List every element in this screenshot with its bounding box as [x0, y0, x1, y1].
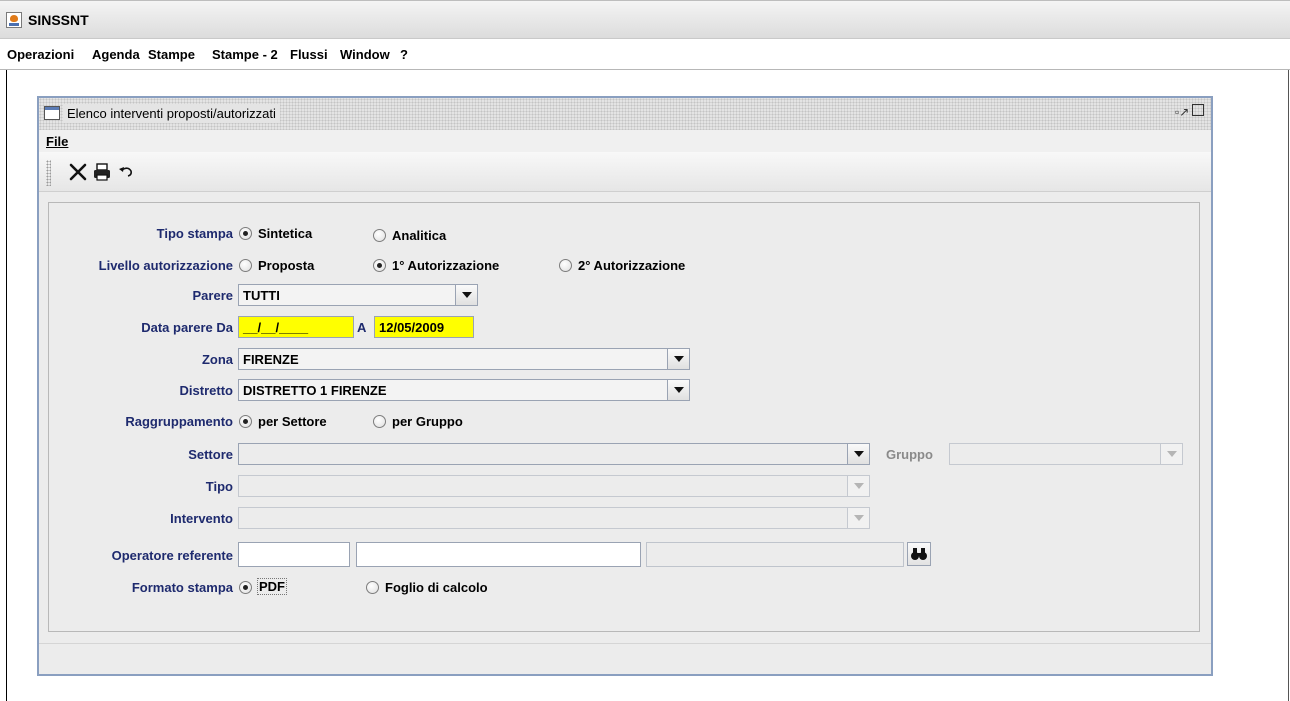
menu-file[interactable]: File [46, 134, 68, 149]
app-title: SINSSNT [28, 12, 89, 28]
radio-2-autorizzazione[interactable] [559, 259, 572, 272]
label-distretto: Distretto [179, 383, 233, 398]
search-button[interactable] [907, 542, 931, 566]
label-operatore-referente: Operatore referente [111, 548, 233, 563]
parere-select[interactable]: TUTTI [238, 284, 478, 306]
option-proposta[interactable]: Proposta [258, 258, 314, 273]
radio-1-autorizzazione[interactable] [373, 259, 386, 272]
radio-analitica[interactable] [373, 229, 386, 242]
radio-sintetica[interactable] [239, 227, 252, 240]
label-data-parere: Data parere Da [141, 320, 233, 335]
menu-help[interactable]: ? [400, 47, 408, 62]
desktop-right-border [1288, 70, 1289, 701]
undo-icon[interactable] [115, 161, 137, 183]
radio-per-gruppo[interactable] [373, 415, 386, 428]
menu-flussi[interactable]: Flussi [290, 47, 328, 62]
operatore-name-field[interactable] [356, 542, 641, 567]
operatore-extra-field [646, 542, 904, 567]
radio-foglio-di-calcolo[interactable] [366, 581, 379, 594]
window-title: Elenco interventi proposti/autorizzati [63, 104, 280, 123]
chevron-down-icon[interactable] [667, 380, 689, 400]
window-statusbar [39, 643, 1211, 674]
maximize-icon[interactable] [1192, 104, 1204, 116]
label-livello-autorizzazione: Livello autorizzazione [98, 258, 233, 273]
option-per-settore[interactable]: per Settore [258, 414, 327, 429]
label-gruppo: Gruppo [886, 447, 933, 462]
window-titlebar[interactable]: Elenco interventi proposti/autorizzati ▫… [39, 98, 1211, 130]
label-parere: Parere [192, 288, 233, 303]
radio-proposta[interactable] [239, 259, 252, 272]
printer-icon[interactable] [91, 161, 113, 183]
menu-agenda[interactable]: Agenda [92, 47, 140, 62]
toolbar-grip[interactable] [46, 160, 51, 186]
window-menubar: File [39, 130, 1211, 152]
close-icon[interactable] [67, 161, 89, 183]
gruppo-select[interactable] [949, 443, 1183, 465]
radio-per-settore[interactable] [239, 415, 252, 428]
chevron-down-icon[interactable] [1160, 444, 1182, 464]
menu-operazioni[interactable]: Operazioni [7, 47, 74, 62]
label-intervento: Intervento [170, 511, 233, 526]
chevron-down-icon[interactable] [847, 508, 869, 528]
distretto-select[interactable]: DISTRETTO 1 FIRENZE [238, 379, 690, 401]
chevron-down-icon[interactable] [455, 285, 477, 305]
app-titlebar: SINSSNT [0, 0, 1290, 39]
chevron-down-icon[interactable] [847, 476, 869, 496]
label-raggruppamento: Raggruppamento [125, 414, 233, 429]
operatore-code-field[interactable] [238, 542, 350, 567]
menu-stampe[interactable]: Stampe [148, 47, 195, 62]
label-data-parere-a: A [357, 320, 367, 335]
zona-select[interactable]: FIRENZE [238, 348, 690, 370]
label-zona: Zona [201, 352, 233, 367]
main-menubar: Operazioni Agenda Stampe Stampe - 2 Flus… [0, 40, 1290, 70]
data-parere-to-field[interactable]: 12/05/2009 [374, 316, 474, 338]
window-toolbar [39, 152, 1211, 192]
option-foglio-di-calcolo[interactable]: Foglio di calcolo [385, 580, 488, 595]
label-formato-stampa: Formato stampa [131, 580, 233, 595]
menu-window[interactable]: Window [340, 47, 390, 62]
tipo-select[interactable] [238, 475, 870, 497]
zona-value: FIRENZE [243, 352, 299, 367]
java-app-icon [6, 12, 22, 28]
menu-stampe-2[interactable]: Stampe - 2 [212, 47, 278, 62]
label-tipo: Tipo [205, 479, 233, 494]
data-parere-from-field[interactable]: __/__/____ [238, 316, 354, 338]
option-sintetica[interactable]: Sintetica [258, 226, 312, 241]
binoculars-icon [911, 548, 927, 560]
settore-select[interactable] [238, 443, 870, 465]
option-pdf[interactable]: PDF [257, 578, 287, 595]
desktop-left-border [6, 70, 7, 701]
option-per-gruppo[interactable]: per Gruppo [392, 414, 463, 429]
radio-pdf[interactable] [239, 581, 252, 594]
chevron-down-icon[interactable] [667, 349, 689, 369]
distretto-value: DISTRETTO 1 FIRENZE [243, 383, 387, 398]
chevron-down-icon[interactable] [847, 444, 869, 464]
option-analitica[interactable]: Analitica [392, 228, 446, 243]
label-tipo-stampa: Tipo stampa [156, 226, 233, 241]
restore-icon[interactable]: ▫↗ [1175, 105, 1189, 119]
option-1-autorizzazione[interactable]: 1° Autorizzazione [392, 258, 499, 273]
window-icon [44, 106, 60, 120]
label-settore: Settore [188, 447, 233, 462]
parere-value: TUTTI [243, 288, 280, 303]
intervento-select[interactable] [238, 507, 870, 529]
option-2-autorizzazione[interactable]: 2° Autorizzazione [578, 258, 685, 273]
